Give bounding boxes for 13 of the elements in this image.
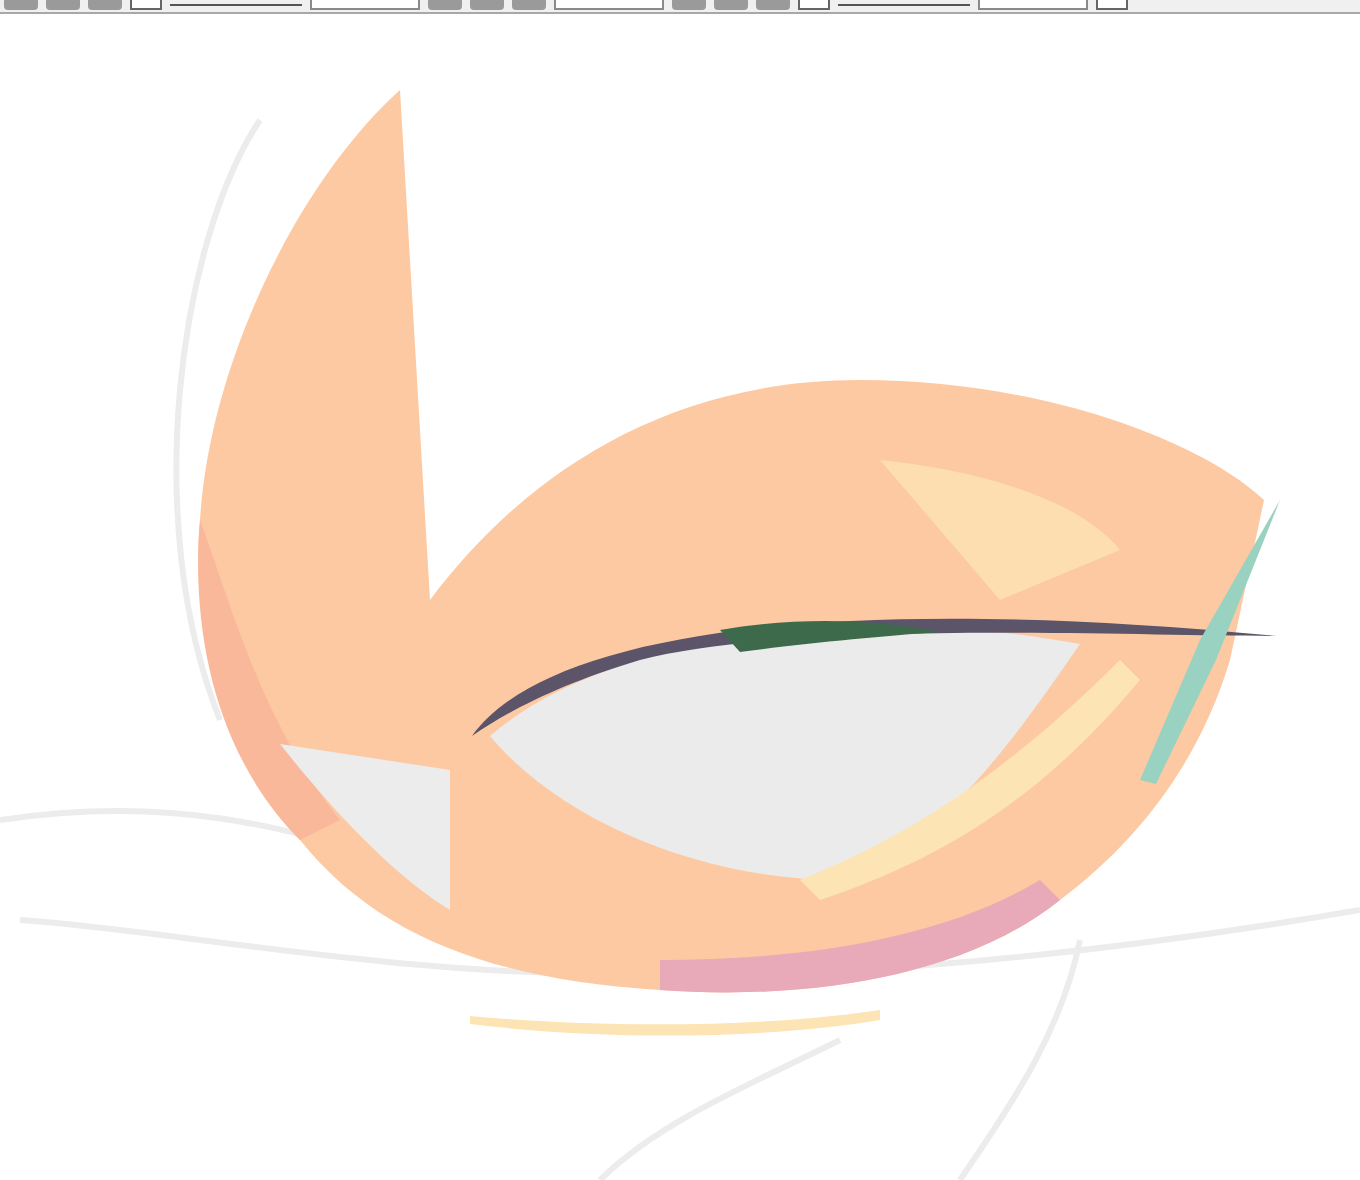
dropdown-field[interactable] (310, 0, 420, 10)
toolbar-button[interactable] (714, 0, 748, 10)
toolbar-icon[interactable] (798, 0, 830, 10)
dropdown-field[interactable] (978, 0, 1088, 10)
toolbar-button[interactable] (672, 0, 706, 10)
toolbar-icon[interactable] (1096, 0, 1128, 10)
toolbar-button[interactable] (512, 0, 546, 10)
toolbar-button[interactable] (428, 0, 462, 10)
toolbar-icon[interactable] (130, 0, 162, 10)
toolbar-button[interactable] (470, 0, 504, 10)
toolbar-button[interactable] (4, 0, 38, 10)
dropdown-field[interactable] (554, 0, 664, 10)
toolbar-button[interactable] (46, 0, 80, 10)
